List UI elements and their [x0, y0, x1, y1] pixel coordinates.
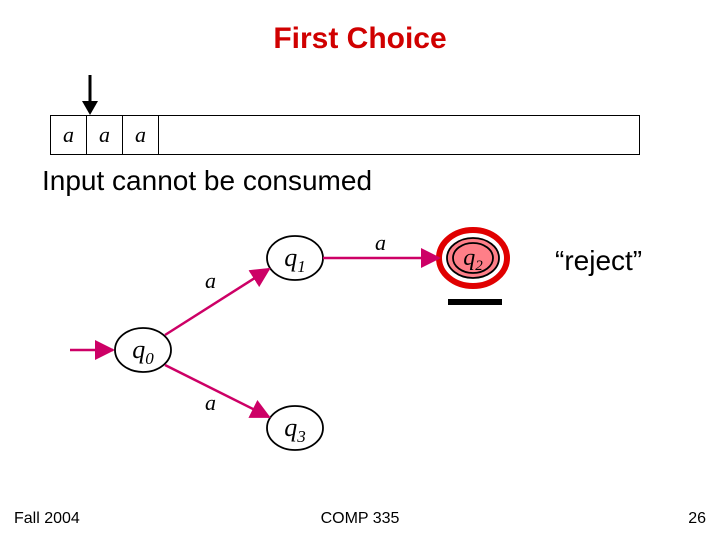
reject-label: “reject”: [555, 245, 642, 277]
slide-title: First Choice: [0, 22, 720, 56]
state-q0-label: q: [132, 335, 145, 364]
state-q2-sub: 2: [475, 258, 483, 274]
slide-subtitle: Input cannot be consumed: [42, 165, 372, 197]
state-q2-label: q: [463, 245, 475, 271]
state-q1-sub: 1: [297, 257, 306, 276]
edge-q0-q1-label: a: [205, 268, 216, 293]
state-q1-label: q: [284, 243, 297, 272]
state-q3-sub: 3: [296, 427, 306, 446]
tape-cell-blank: [159, 116, 639, 154]
automaton-diagram: q0 q1 q3 q2 a a a: [70, 210, 550, 470]
input-tape: a a a: [50, 115, 640, 155]
tape-head-arrow: [78, 75, 102, 115]
state-q3-label: q: [284, 413, 297, 442]
tape-cell: a: [87, 116, 123, 154]
footer-course: COMP 335: [0, 510, 720, 528]
tape-cell: a: [51, 116, 87, 154]
footer-page-number: 26: [688, 510, 706, 528]
edge-q0-q3-label: a: [205, 390, 216, 415]
tape-cell: a: [123, 116, 159, 154]
state-q0-sub: 0: [145, 349, 154, 368]
edge-q1-q2-label: a: [375, 230, 386, 255]
